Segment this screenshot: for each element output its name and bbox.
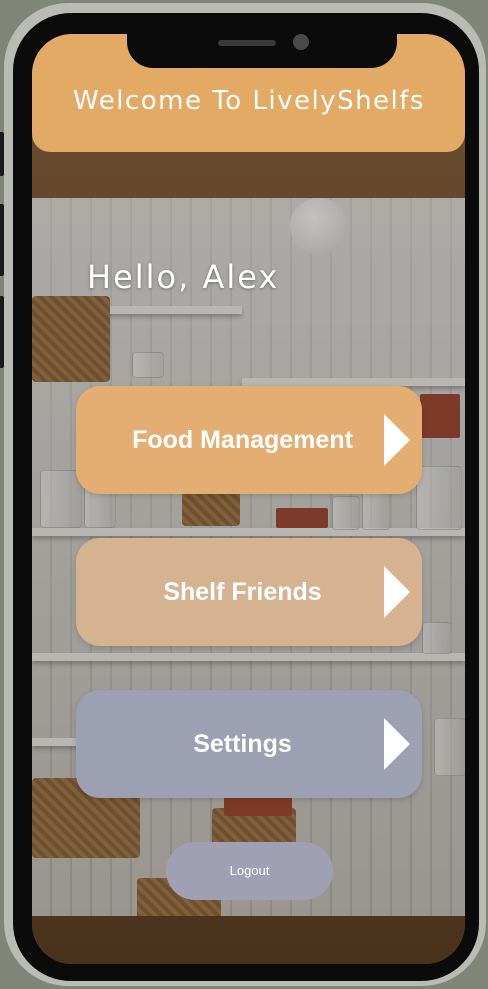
earpiece-speaker <box>218 40 276 46</box>
chevron-right-icon <box>384 566 410 618</box>
settings-label: Settings <box>193 730 292 758</box>
food-management-button[interactable]: Food Management <box>76 386 422 494</box>
chevron-right-icon <box>384 718 410 770</box>
logout-label: Logout <box>229 863 270 878</box>
app-screen <box>32 34 465 964</box>
food-management-label: Food Management <box>132 426 353 454</box>
app-title: Welcome To LivelyShelfs <box>73 86 425 116</box>
logout-button[interactable]: Logout <box>166 842 333 900</box>
shelf-friends-label: Shelf Friends <box>163 578 322 606</box>
front-camera <box>293 34 309 50</box>
settings-button[interactable]: Settings <box>76 690 422 798</box>
chevron-right-icon <box>384 414 410 466</box>
shelf-friends-button[interactable]: Shelf Friends <box>76 538 422 646</box>
greeting-text: Hello, Alex <box>87 258 280 296</box>
